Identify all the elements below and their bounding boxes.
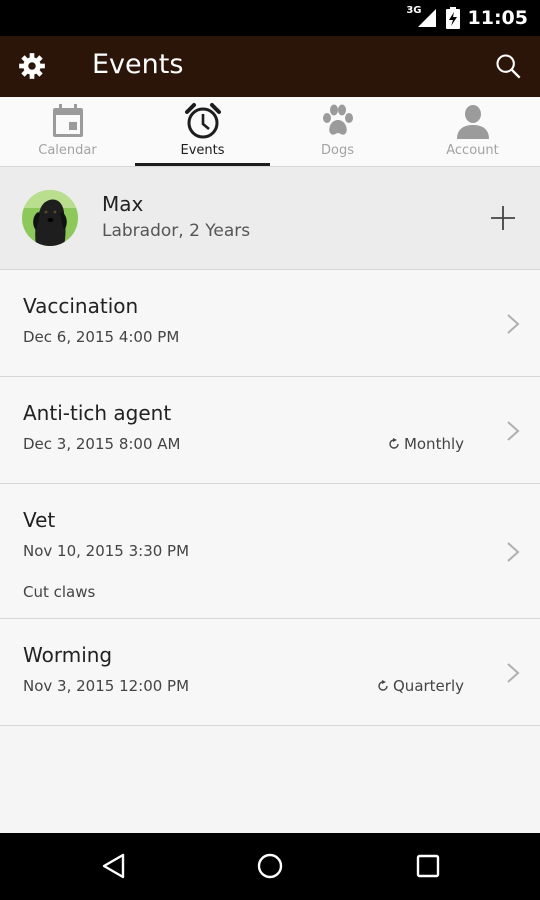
tab-label: Dogs (321, 143, 354, 158)
event-row[interactable]: Anti-tich agent Dec 3, 2015 8:00 AM Mont… (0, 377, 540, 484)
event-datetime: Dec 3, 2015 8:00 AM (23, 435, 181, 453)
event-title: Worming (23, 643, 113, 667)
search-icon[interactable] (494, 52, 522, 80)
person-icon (456, 105, 489, 139)
dog-header[interactable]: Max Labrador, 2 Years (0, 167, 540, 270)
tab-bar: Calendar Events Dogs Account (0, 97, 540, 167)
tab-label: Account (446, 143, 499, 158)
tab-events[interactable]: Events (135, 97, 270, 166)
event-title: Vet (23, 508, 56, 532)
event-title: Vaccination (23, 294, 139, 318)
status-time: 11:05 (467, 7, 528, 29)
event-datetime: Dec 6, 2015 4:00 PM (23, 328, 180, 346)
back-icon[interactable] (99, 851, 129, 881)
events-list: Vaccination Dec 6, 2015 4:00 PM Anti-tic… (0, 270, 540, 726)
tab-label: Calendar (38, 143, 97, 158)
plus-icon[interactable] (488, 203, 518, 233)
event-datetime: Nov 10, 2015 3:30 PM (23, 542, 190, 560)
dog-name: Max (102, 192, 144, 216)
network-type: 3G (406, 4, 422, 16)
event-datetime: Nov 3, 2015 12:00 PM (23, 677, 190, 695)
page-title: Events (92, 49, 184, 80)
tab-calendar[interactable]: Calendar (0, 97, 135, 166)
event-row[interactable]: Vaccination Dec 6, 2015 4:00 PM (0, 270, 540, 377)
event-title: Anti-tich agent (23, 401, 172, 425)
gear-icon[interactable] (18, 52, 46, 80)
repeat-icon (378, 680, 388, 691)
paw-icon (322, 104, 353, 135)
app-bar: Events (0, 36, 540, 97)
chevron-right-icon (507, 663, 520, 683)
event-repeat-label: Monthly (403, 435, 464, 453)
tab-label: Events (180, 143, 225, 158)
event-repeat: Quarterly (377, 677, 464, 695)
status-icons: 3G 11:05 (406, 0, 528, 36)
chevron-right-icon (507, 421, 520, 441)
event-repeat: Monthly (388, 435, 464, 453)
avatar (22, 190, 78, 246)
chevron-right-icon (507, 314, 520, 334)
event-row[interactable]: Worming Nov 3, 2015 12:00 PM Quarterly (0, 619, 540, 726)
recents-icon[interactable] (413, 851, 443, 881)
battery-charging-icon (445, 7, 460, 29)
dog-breed-age: Labrador, 2 Years (102, 221, 251, 241)
status-bar: 3G 11:05 (0, 0, 540, 36)
event-repeat-label: Quarterly (393, 677, 464, 695)
event-row[interactable]: Vet Nov 10, 2015 3:30 PM Cut claws (0, 484, 540, 619)
alarm-clock-icon (184, 103, 221, 139)
home-icon[interactable] (255, 851, 285, 881)
tab-dogs[interactable]: Dogs (270, 97, 405, 166)
repeat-icon (389, 438, 399, 449)
chevron-right-icon (507, 542, 520, 562)
system-nav-bar (0, 833, 540, 900)
event-note: Cut claws (23, 583, 96, 601)
tab-account[interactable]: Account (405, 97, 540, 166)
tab-indicator (135, 163, 270, 166)
calendar-icon (52, 104, 83, 137)
